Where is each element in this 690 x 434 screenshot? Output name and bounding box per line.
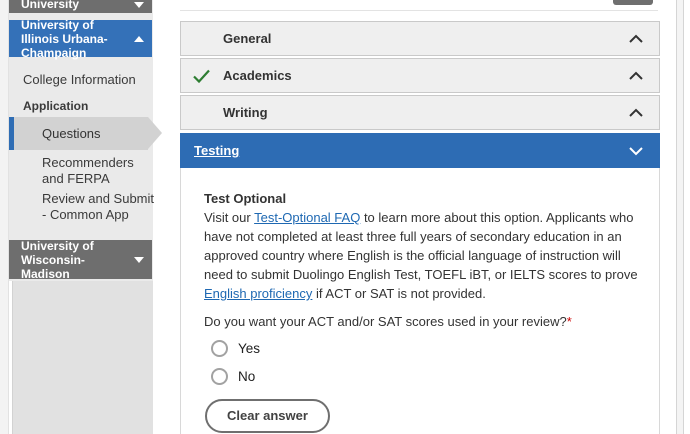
testing-section-content: Test Optional Visit our Test-Optional FA…: [180, 168, 660, 434]
selected-item-arrow: [148, 117, 162, 149]
radio-label: Yes: [238, 341, 261, 356]
sidebar-college-illinois-urbana-champaign[interactable]: University of Illinois Urbana-Champaign: [9, 17, 152, 60]
accordion-section-testing[interactable]: Testing: [180, 133, 660, 168]
accordion-section-general[interactable]: General: [180, 21, 660, 56]
college-name: New York University: [21, 0, 80, 11]
accordion-section-academics[interactable]: Academics: [180, 58, 660, 93]
question-text: Do you want your ACT and/or SAT scores u…: [204, 314, 567, 329]
chevron-up-icon: [628, 34, 644, 44]
sidebar-item-label: Questions: [42, 126, 101, 141]
sidebar-item-review-and-submit[interactable]: Review and Submit - Common App: [42, 191, 154, 223]
radio-button-icon[interactable]: [211, 368, 228, 385]
accordion-section-writing[interactable]: Writing: [180, 95, 660, 130]
college-name: University of Wisconsin-Madison: [21, 238, 94, 281]
college-name: University of Illinois Urbana-Champaign: [21, 17, 108, 60]
cropped-toolbar-button[interactable]: [613, 0, 653, 5]
radio-label: No: [238, 369, 256, 384]
sidebar-college-wisconsin-madison[interactable]: University of Wisconsin-Madison: [9, 238, 152, 281]
paragraph-text: Visit our: [204, 210, 255, 225]
sidebar-group-application: Application: [23, 99, 89, 113]
radio-option-no[interactable]: No: [211, 368, 651, 385]
sidebar-gutter: [0, 0, 9, 434]
sidebar-lower-background: [12, 281, 153, 434]
chevron-up-icon: [628, 108, 644, 118]
test-optional-faq-link[interactable]: Test-Optional FAQ: [254, 210, 360, 225]
test-optional-paragraph: Visit our Test-Optional FAQ to learn mor…: [204, 208, 653, 303]
act-sat-question: Do you want your ACT and/or SAT scores u…: [204, 314, 651, 329]
chevron-up-icon: [134, 35, 144, 42]
section-label: General: [223, 31, 272, 46]
sidebar-item-college-information[interactable]: College Information: [9, 63, 152, 96]
radio-button-icon[interactable]: [211, 340, 228, 357]
section-label: Testing: [194, 143, 240, 158]
paragraph-text: if ACT or SAT is not provided.: [312, 286, 486, 301]
chevron-up-icon: [628, 71, 644, 81]
section-label: Writing: [223, 105, 268, 120]
clear-answer-button[interactable]: Clear answer: [205, 399, 330, 433]
complete-check-icon: [192, 68, 211, 83]
required-asterisk: *: [566, 314, 572, 329]
sidebar-college-new-york-university[interactable]: New York University: [9, 0, 152, 13]
sidebar-item-recommenders-ferpa[interactable]: Recommenders and FERPA: [42, 155, 154, 187]
application-page: New York University University of Illino…: [0, 0, 690, 434]
toolbar-divider: [180, 10, 658, 11]
scrollbar-track[interactable]: [676, 0, 684, 434]
chevron-down-icon: [134, 256, 144, 263]
radio-option-yes[interactable]: Yes: [211, 340, 651, 357]
chevron-down-icon: [628, 146, 644, 156]
test-optional-heading: Test Optional: [204, 191, 287, 206]
english-proficiency-link[interactable]: English proficiency: [204, 286, 312, 301]
sidebar-item-questions[interactable]: Questions: [9, 117, 148, 150]
chevron-down-icon: [134, 2, 144, 8]
college-sidebar: New York University University of Illino…: [0, 0, 162, 434]
